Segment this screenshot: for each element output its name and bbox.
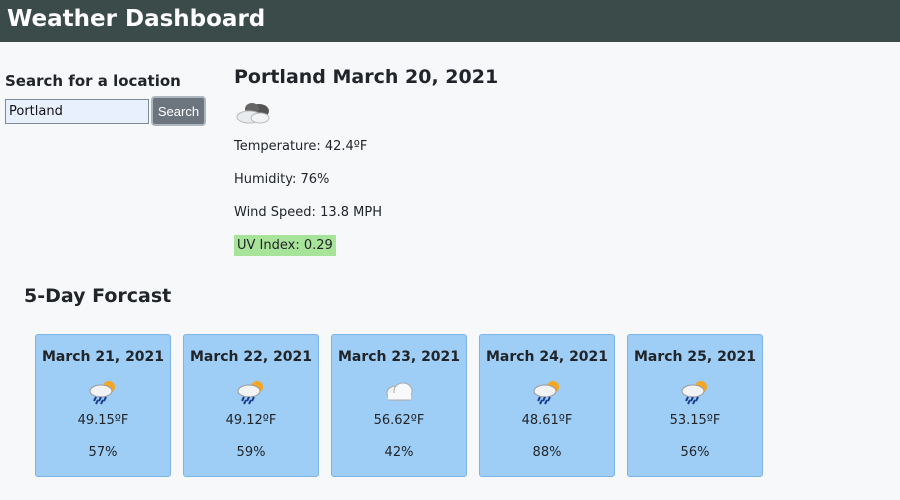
rain-sun-icon <box>184 379 318 405</box>
current-weather: Portland March 20, 2021 Temperature: 42.… <box>234 66 834 256</box>
forecast-cards: March 21, 2021 49.15ºF 57% March 22, 202… <box>35 334 775 477</box>
forecast-date: March 23, 2021 <box>337 349 461 365</box>
search-panel: Search for a location Search <box>5 72 210 126</box>
forecast-card: March 24, 2021 48.61ºF 88% <box>479 334 615 477</box>
search-button[interactable]: Search <box>151 96 206 126</box>
forecast-date: March 21, 2021 <box>41 349 165 365</box>
rain-sun-icon <box>628 379 762 405</box>
rain-sun-icon <box>36 379 170 405</box>
cloudy-icon <box>234 100 834 126</box>
forecast-temperature: 49.12ºF <box>225 413 277 428</box>
forecast-date: March 24, 2021 <box>485 349 609 365</box>
uv-index-badge: UV Index: 0.29 <box>234 235 336 256</box>
forecast-card: March 23, 2021 56.62ºF 42% <box>331 334 467 477</box>
forecast-card: March 21, 2021 49.15ºF 57% <box>35 334 171 477</box>
current-wind-speed: Wind Speed: 13.8 MPH <box>234 205 382 220</box>
forecast-date: March 25, 2021 <box>633 349 757 365</box>
forecast-card: March 22, 2021 49.12ºF 59% <box>183 334 319 477</box>
current-temperature: Temperature: 42.4ºF <box>234 139 368 154</box>
search-row: Search <box>5 96 210 126</box>
current-humidity: Humidity: 76% <box>234 172 330 187</box>
forecast-temperature: 53.15ºF <box>669 413 721 428</box>
forecast-humidity: 88% <box>532 445 562 460</box>
forecast-temperature: 48.61ºF <box>521 413 573 428</box>
forecast-temperature: 49.15ºF <box>77 413 129 428</box>
rain-sun-icon <box>480 379 614 405</box>
search-label: Search for a location <box>5 72 181 90</box>
forecast-title: 5-Day Forcast <box>24 285 172 307</box>
forecast-humidity: 59% <box>236 445 266 460</box>
forecast-date: March 22, 2021 <box>189 349 313 365</box>
forecast-humidity: 56% <box>680 445 710 460</box>
forecast-humidity: 57% <box>88 445 118 460</box>
app-title: Weather Dashboard <box>7 6 266 32</box>
current-heading: Portland March 20, 2021 <box>234 66 499 88</box>
forecast-humidity: 42% <box>384 445 414 460</box>
app-header: Weather Dashboard <box>0 0 900 42</box>
search-input[interactable] <box>5 98 149 124</box>
forecast-temperature: 56.62ºF <box>373 413 425 428</box>
cloud-icon <box>332 379 466 405</box>
forecast-card: March 25, 2021 53.15ºF 56% <box>627 334 763 477</box>
